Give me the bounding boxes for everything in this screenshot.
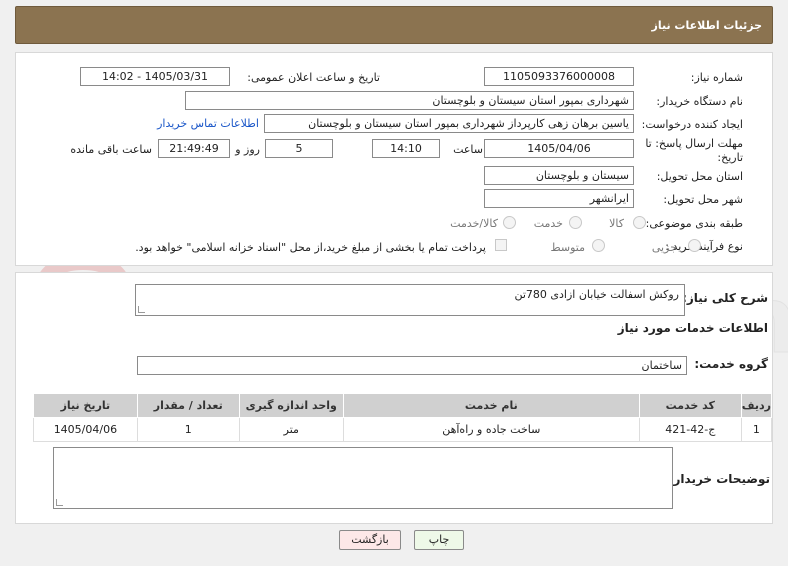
col-qty-header: تعداد / مقدار: [136, 393, 240, 418]
process-minor-radio[interactable]: [688, 239, 701, 252]
service-group-field[interactable]: ساختمان: [137, 356, 687, 375]
print-button[interactable]: چاپ: [414, 530, 464, 550]
remaining-field[interactable]: 21:49:49: [158, 139, 230, 158]
announce-field[interactable]: 1405/03/31 - 14:02: [80, 67, 230, 86]
process-minor-label: جزیی: [651, 241, 677, 254]
deadline-time-field[interactable]: 14:10: [372, 139, 440, 158]
announce-label: تاریخ و ساعت اعلان عمومی:: [247, 71, 380, 84]
buyer-contact-link[interactable]: اطلاعات تماس خریدار: [157, 117, 259, 130]
description-text: روکش اسفالت خیابان ازادی 780تن: [514, 288, 679, 301]
need-number-field[interactable]: 1105093376000008: [484, 67, 634, 86]
resize-grip-icon: [138, 306, 145, 313]
treasury-checkbox[interactable]: [495, 239, 507, 251]
category-goods-service-radio[interactable]: [503, 216, 516, 229]
service-group-label: گروه خدمت:: [694, 357, 768, 371]
city-label: شهر محل تحویل:: [663, 193, 743, 206]
need-number-label: شماره نیاز:: [690, 71, 743, 84]
deadline-time-label: ساعت: [453, 143, 483, 156]
buyer-notes-label: توضیحات خریدار:: [668, 472, 770, 486]
province-field[interactable]: سیستان و بلوچستان: [484, 166, 634, 185]
cell-code: ج-42-421: [638, 417, 742, 442]
cell-name: ساخت جاده و راه‌آهن: [342, 417, 640, 442]
page-title: جزئیات اطلاعات نیاز: [651, 19, 763, 32]
days-label: روز و: [235, 143, 260, 156]
days-field[interactable]: 5: [265, 139, 333, 158]
deadline-label-line1: مهلت ارسال پاسخ: تا: [645, 137, 743, 150]
treasury-note: پرداخت تمام یا بخشی از مبلغ خرید،از محل …: [135, 241, 486, 254]
category-label: طبقه بندی موضوعی:: [645, 217, 743, 230]
process-medium-radio[interactable]: [592, 239, 605, 252]
buyer-org-label: نام دستگاه خریدار:: [656, 95, 743, 108]
description-field[interactable]: روکش اسفالت خیابان ازادی 780تن: [135, 284, 685, 316]
buyer-org-field[interactable]: شهرداری بمپور استان سیستان و بلوچستان: [185, 91, 634, 110]
province-label: استان محل تحویل:: [656, 170, 743, 183]
table-header-row: ردیف کد خدمت نام خدمت واحد اندازه گیری ت…: [33, 393, 773, 418]
col-code-header: کد خدمت: [638, 393, 742, 418]
category-service-radio[interactable]: [569, 216, 582, 229]
back-button[interactable]: بازگشت: [339, 530, 401, 550]
city-field[interactable]: ایرانشهر: [484, 189, 634, 208]
cell-row: 1: [740, 417, 773, 442]
cell-qty: 1: [136, 417, 240, 442]
process-medium-label: متوسط: [550, 241, 585, 254]
creator-label: ایجاد کننده درخواست:: [641, 118, 743, 131]
col-name-header: نام خدمت: [342, 393, 640, 418]
category-goods-label: کالا: [609, 217, 624, 230]
creator-field[interactable]: یاسین برهان زهی کارپرداز شهرداری بمپور ا…: [264, 114, 634, 133]
resize-grip-icon: [56, 499, 63, 506]
services-title: اطلاعات خدمات مورد نیاز: [617, 321, 768, 335]
col-unit-header: واحد اندازه گیری: [238, 393, 344, 418]
header-panel: جزئیات اطلاعات نیاز: [15, 6, 773, 44]
category-goods-radio[interactable]: [633, 216, 646, 229]
category-service-label: خدمت: [533, 217, 563, 230]
deadline-label-line2: تاریخ:: [717, 151, 743, 164]
table-row: 1 ج-42-421 ساخت جاده و راه‌آهن متر 1 140…: [33, 417, 773, 442]
cell-date: 1405/04/06: [33, 417, 138, 442]
services-table: ردیف کد خدمت نام خدمت واحد اندازه گیری ت…: [33, 393, 773, 442]
col-row-header: ردیف: [740, 393, 773, 418]
buyer-notes-field[interactable]: [53, 447, 673, 509]
category-goods-service-label: کالا/خدمت: [450, 217, 498, 230]
cell-unit: متر: [238, 417, 344, 442]
description-label: شرح کلی نیاز:: [682, 291, 768, 305]
deadline-date-field[interactable]: 1405/04/06: [484, 139, 634, 158]
remaining-label: ساعت باقی مانده: [70, 143, 152, 156]
col-date-header: تاریخ نیاز: [33, 393, 138, 418]
